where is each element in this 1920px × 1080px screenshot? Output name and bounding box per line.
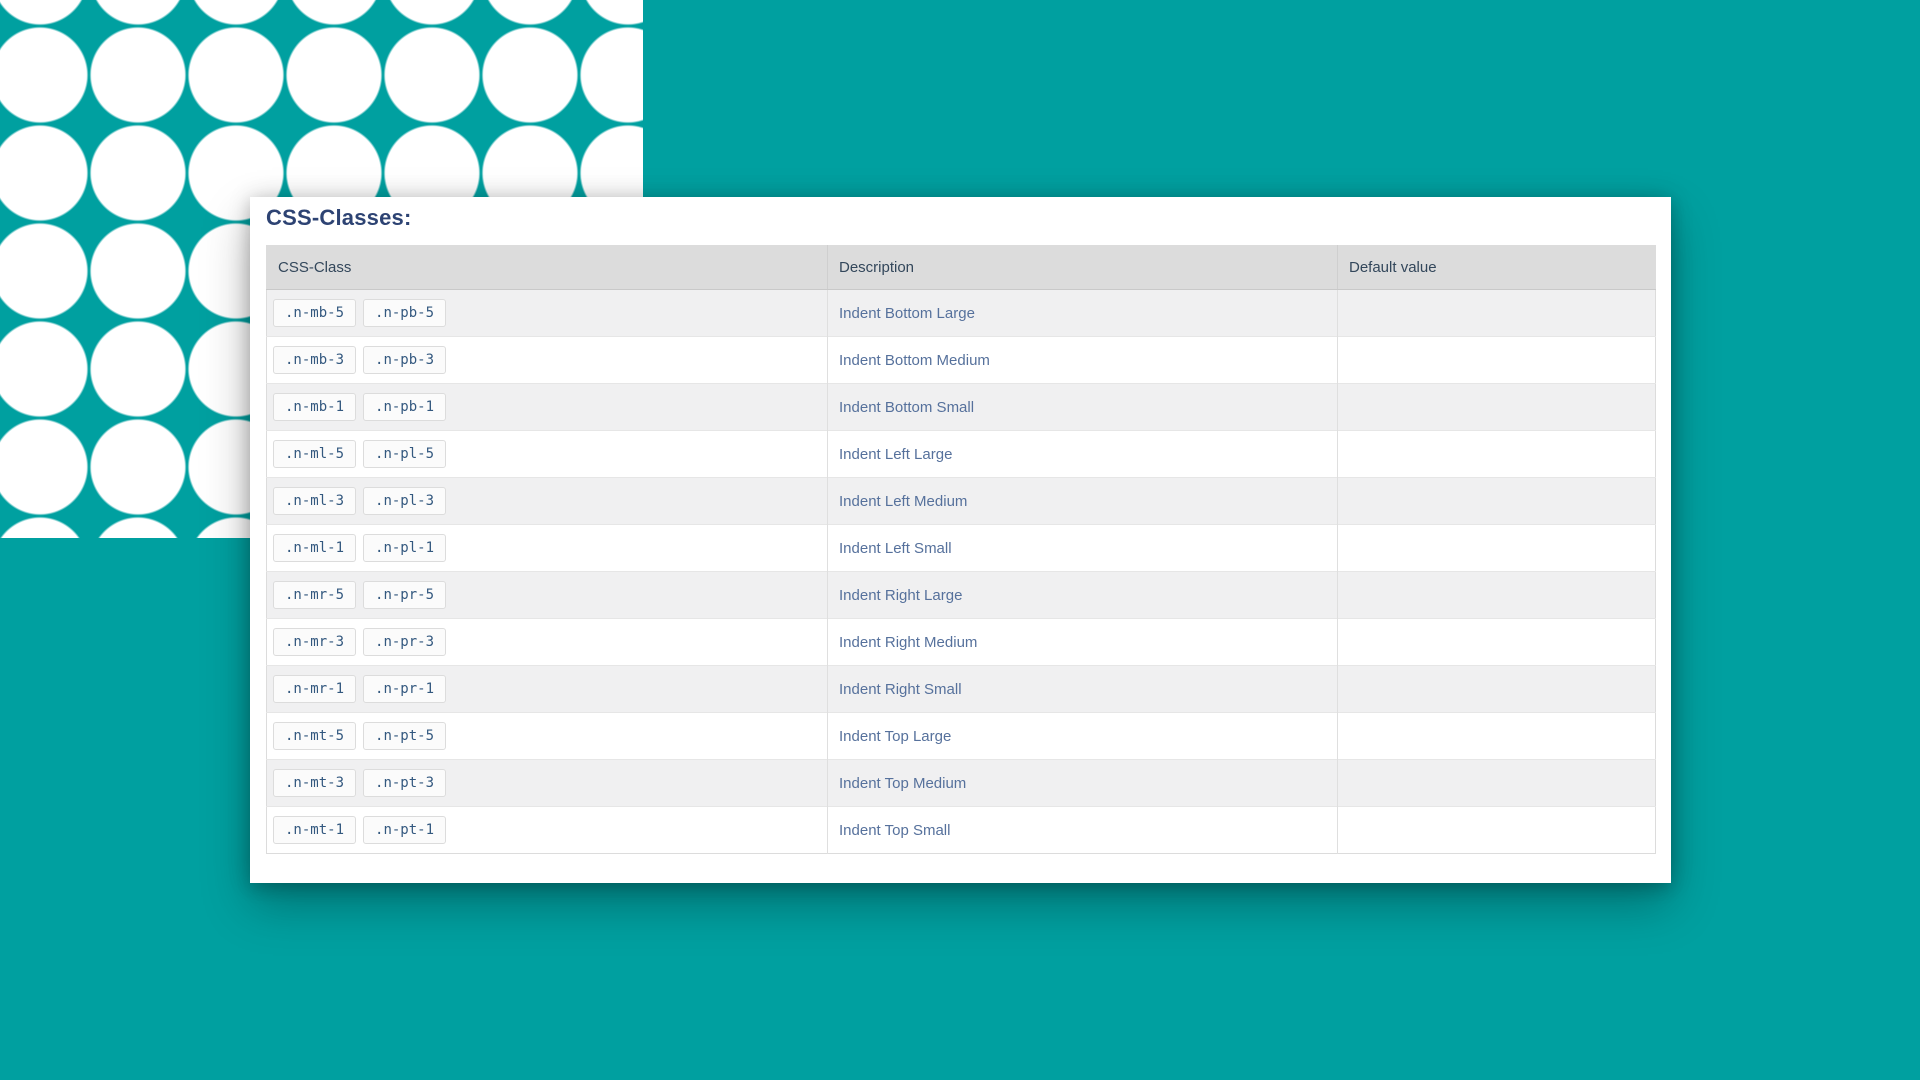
- description-cell: Indent Top Medium: [828, 760, 1338, 807]
- table-row: .n-mb-3.n-pb-3 Indent Bottom Medium: [267, 337, 1656, 384]
- css-class-cell: .n-ml-3.n-pl-3: [267, 478, 828, 525]
- css-class-cell: .n-mt-1.n-pt-1: [267, 807, 828, 854]
- description-cell: Indent Bottom Small: [828, 384, 1338, 431]
- table-row: .n-mr-3.n-pr-3 Indent Right Medium: [267, 619, 1656, 666]
- css-class-badge: .n-pl-3: [363, 487, 446, 515]
- css-class-badge: .n-pr-1: [363, 675, 446, 703]
- css-class-cell: .n-mt-3.n-pt-3: [267, 760, 828, 807]
- css-class-badge: .n-pb-1: [363, 393, 446, 421]
- table-row: .n-mr-5.n-pr-5 Indent Right Large: [267, 572, 1656, 619]
- css-class-badge: .n-mt-3: [273, 769, 356, 797]
- css-class-cell: .n-mb-1.n-pb-1: [267, 384, 828, 431]
- table-row: .n-ml-3.n-pl-3 Indent Left Medium: [267, 478, 1656, 525]
- content-card: CSS-Classes: CSS-Class Description Defau…: [250, 197, 1671, 883]
- description-cell: Indent Left Small: [828, 525, 1338, 572]
- css-class-badge: .n-pt-1: [363, 816, 446, 844]
- css-class-cell: .n-mr-3.n-pr-3: [267, 619, 828, 666]
- css-class-badge: .n-pt-3: [363, 769, 446, 797]
- css-class-badge: .n-mr-1: [273, 675, 356, 703]
- description-cell: Indent Right Large: [828, 572, 1338, 619]
- table-body: .n-mb-5.n-pb-5 Indent Bottom Large .n-mb…: [267, 290, 1656, 854]
- css-class-badge: .n-mr-5: [273, 581, 356, 609]
- css-class-cell: .n-mb-3.n-pb-3: [267, 337, 828, 384]
- description-cell: Indent Bottom Medium: [828, 337, 1338, 384]
- column-header-default-value: Default value: [1338, 246, 1656, 290]
- default-value-cell: [1338, 713, 1656, 760]
- column-header-description: Description: [828, 246, 1338, 290]
- description-cell: Indent Top Small: [828, 807, 1338, 854]
- css-class-badge: .n-pb-3: [363, 346, 446, 374]
- column-header-css-class: CSS-Class: [267, 246, 828, 290]
- description-cell: Indent Top Large: [828, 713, 1338, 760]
- css-class-badge: .n-pb-5: [363, 299, 446, 327]
- css-class-badge: .n-pt-5: [363, 722, 446, 750]
- css-class-cell: .n-ml-1.n-pl-1: [267, 525, 828, 572]
- default-value-cell: [1338, 666, 1656, 713]
- default-value-cell: [1338, 290, 1656, 337]
- table-row: .n-ml-5.n-pl-5 Indent Left Large: [267, 431, 1656, 478]
- default-value-cell: [1338, 572, 1656, 619]
- css-class-cell: .n-mb-5.n-pb-5: [267, 290, 828, 337]
- css-class-badge: .n-mt-5: [273, 722, 356, 750]
- css-class-cell: .n-mr-1.n-pr-1: [267, 666, 828, 713]
- default-value-cell: [1338, 384, 1656, 431]
- css-class-badge: .n-mb-3: [273, 346, 356, 374]
- default-value-cell: [1338, 478, 1656, 525]
- css-class-badge: .n-mr-3: [273, 628, 356, 656]
- description-cell: Indent Right Small: [828, 666, 1338, 713]
- default-value-cell: [1338, 431, 1656, 478]
- css-class-badge: .n-ml-5: [273, 440, 356, 468]
- description-cell: Indent Left Large: [828, 431, 1338, 478]
- css-class-badge: .n-ml-1: [273, 534, 356, 562]
- css-class-cell: .n-ml-5.n-pl-5: [267, 431, 828, 478]
- css-class-badge: .n-pl-5: [363, 440, 446, 468]
- default-value-cell: [1338, 619, 1656, 666]
- default-value-cell: [1338, 760, 1656, 807]
- css-class-cell: .n-mr-5.n-pr-5: [267, 572, 828, 619]
- table-row: .n-mb-5.n-pb-5 Indent Bottom Large: [267, 290, 1656, 337]
- css-class-badge: .n-pl-1: [363, 534, 446, 562]
- default-value-cell: [1338, 337, 1656, 384]
- table-row: .n-mr-1.n-pr-1 Indent Right Small: [267, 666, 1656, 713]
- css-class-badge: .n-mt-1: [273, 816, 356, 844]
- css-class-cell: .n-mt-5.n-pt-5: [267, 713, 828, 760]
- css-classes-table: CSS-Class Description Default value .n-m…: [266, 245, 1656, 854]
- table-row: .n-mt-3.n-pt-3 Indent Top Medium: [267, 760, 1656, 807]
- default-value-cell: [1338, 525, 1656, 572]
- table-row: .n-mt-5.n-pt-5 Indent Top Large: [267, 713, 1656, 760]
- css-class-badge: .n-mb-1: [273, 393, 356, 421]
- css-class-badge: .n-pr-3: [363, 628, 446, 656]
- default-value-cell: [1338, 807, 1656, 854]
- page-title: CSS-Classes:: [266, 205, 1655, 231]
- description-cell: Indent Bottom Large: [828, 290, 1338, 337]
- table-row: .n-mb-1.n-pb-1 Indent Bottom Small: [267, 384, 1656, 431]
- css-class-badge: .n-pr-5: [363, 581, 446, 609]
- table-row: .n-mt-1.n-pt-1 Indent Top Small: [267, 807, 1656, 854]
- table-header-row: CSS-Class Description Default value: [267, 246, 1656, 290]
- description-cell: Indent Right Medium: [828, 619, 1338, 666]
- description-cell: Indent Left Medium: [828, 478, 1338, 525]
- css-class-badge: .n-mb-5: [273, 299, 356, 327]
- css-class-badge: .n-ml-3: [273, 487, 356, 515]
- table-row: .n-ml-1.n-pl-1 Indent Left Small: [267, 525, 1656, 572]
